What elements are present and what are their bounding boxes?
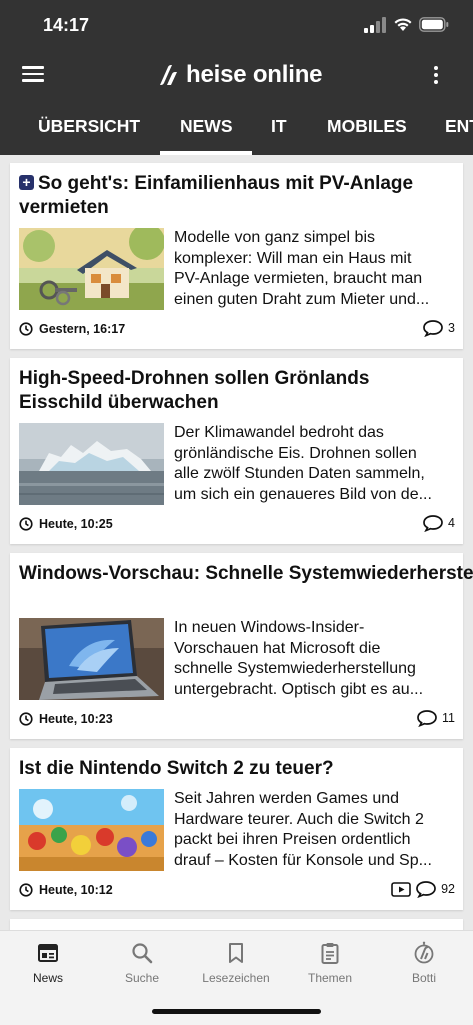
tab-entertainment[interactable]: ENT: [445, 116, 473, 137]
house-keys-image: [19, 228, 164, 310]
windows-laptop-image: [19, 618, 164, 700]
heise-logo[interactable]: heise online: [158, 61, 323, 89]
status-bar: 14:17: [0, 0, 473, 50]
article-title[interactable]: High-Speed-Drohnen sollen Grönlands Eiss…: [19, 367, 449, 414]
article-timestamp: Heute, 10:23: [19, 712, 113, 726]
comments-count[interactable]: 92: [391, 880, 455, 898]
article-card[interactable]: Ist die Nintendo Switch 2 zu teuer? Seit…: [10, 748, 463, 910]
article-teaser[interactable]: In neuen Windows-Insider- Vorschauen hat…: [174, 618, 458, 700]
tab-mobiles[interactable]: MOBILES: [327, 116, 407, 137]
hamburger-menu-button[interactable]: [22, 62, 50, 88]
more-options-button[interactable]: [426, 64, 446, 88]
article-card[interactable]: + So geht's: Einfamilienhaus mit PV-Anlag…: [10, 163, 463, 349]
article-card[interactable]: High-Speed-Drohnen sollen Grönlands Eiss…: [10, 358, 463, 544]
mario-kart-image: [19, 789, 164, 871]
botti-icon: [414, 941, 434, 964]
nav-search[interactable]: Suche: [95, 941, 189, 985]
battery-icon: [419, 17, 449, 32]
heise-logo-mark-icon: [160, 65, 177, 85]
logo-text: heise online: [186, 61, 323, 88]
article-card[interactable]: [10, 919, 463, 930]
status-time: 14:17: [43, 15, 90, 35]
bookmark-icon: [229, 943, 243, 963]
comments-count[interactable]: 11: [416, 709, 455, 727]
comment-bubble-icon: [423, 320, 443, 337]
article-title-text: So geht's: Einfamilienhaus mit PV-Anlage…: [19, 173, 414, 218]
article-title[interactable]: Ist die Nintendo Switch 2 zu teuer?: [19, 757, 449, 781]
tab-news[interactable]: NEWS: [180, 116, 233, 137]
article-timestamp: Heute, 10:25: [19, 517, 113, 531]
article-thumbnail[interactable]: [19, 228, 164, 310]
article-card[interactable]: Windows-Vorschau: Schnelle Systemwiederh…: [10, 553, 473, 739]
wifi-icon: [394, 18, 412, 31]
nav-bookmarks[interactable]: Lesezeichen: [189, 941, 283, 985]
nav-topics[interactable]: Themen: [283, 941, 377, 985]
video-icon: [391, 881, 411, 897]
comment-bubble-icon: [416, 881, 436, 898]
article-teaser[interactable]: Modelle von ganz simpel bis komplexer: W…: [174, 228, 458, 310]
article-timestamp: Gestern, 16:17: [19, 322, 125, 336]
article-thumbnail[interactable]: [19, 789, 164, 871]
clock-icon: [19, 883, 33, 897]
news-feed[interactable]: + So geht's: Einfamilienhaus mit PV-Anlag…: [0, 155, 473, 930]
nav-news[interactable]: News: [1, 941, 95, 985]
cellular-signal-icon: [364, 17, 386, 33]
search-icon: [132, 943, 153, 964]
comment-bubble-icon: [417, 710, 437, 727]
clock-icon: [19, 712, 33, 726]
app-header: heise online: [0, 50, 473, 100]
article-thumbnail[interactable]: [19, 618, 164, 700]
nav-botti[interactable]: Botti: [377, 941, 471, 985]
tab-it[interactable]: IT: [271, 116, 287, 137]
comment-bubble-icon: [423, 515, 443, 532]
article-teaser[interactable]: Seit Jahren werden Games und Hardware te…: [174, 789, 458, 871]
article-thumbnail[interactable]: [19, 423, 164, 505]
article-teaser[interactable]: Der Klimawandel bedroht das grönländisch…: [174, 423, 458, 505]
home-indicator: [152, 1009, 321, 1014]
article-title[interactable]: Windows-Vorschau: Schnelle Systemwiederh…: [19, 562, 473, 586]
clock-icon: [19, 517, 33, 531]
category-tabs: ÜBERSICHT NEWS IT MOBILES ENT: [0, 100, 473, 155]
clock-icon: [19, 322, 33, 336]
news-icon: [38, 944, 58, 962]
article-title[interactable]: + So geht's: Einfamilienhaus mit PV-Anlag…: [19, 172, 449, 219]
topics-icon: [321, 943, 339, 964]
heise-plus-badge: +: [19, 175, 34, 190]
comments-count[interactable]: 3: [422, 319, 455, 337]
article-timestamp: Heute, 10:12: [19, 883, 113, 897]
iceberg-image: [19, 423, 164, 505]
comments-count[interactable]: 4: [422, 514, 455, 532]
tab-uebersicht[interactable]: ÜBERSICHT: [38, 116, 140, 137]
